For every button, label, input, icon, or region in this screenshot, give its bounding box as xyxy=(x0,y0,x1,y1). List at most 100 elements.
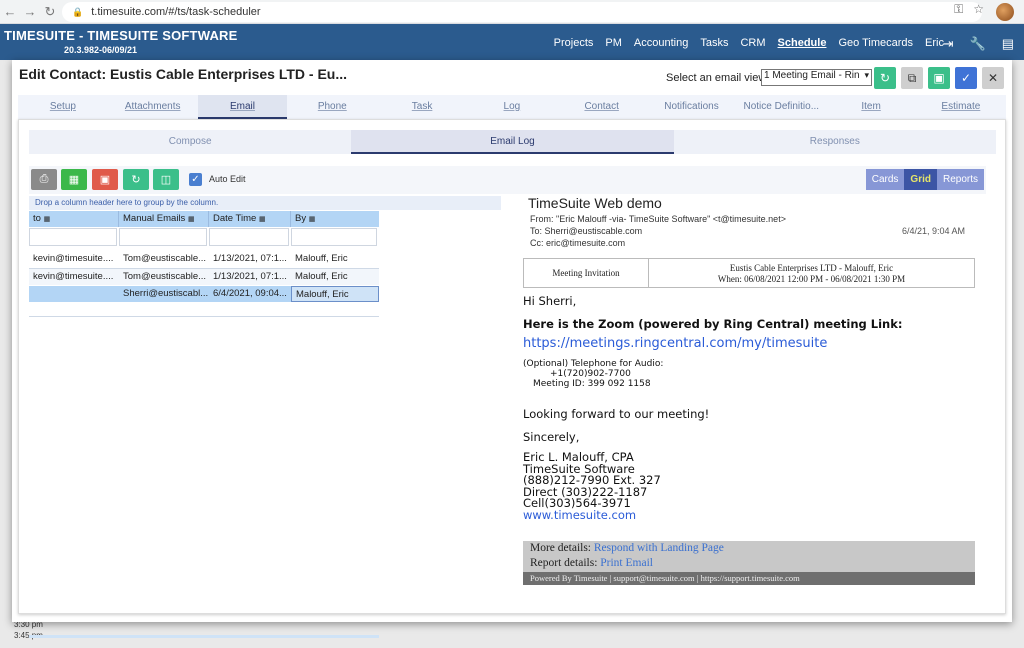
tab-notifications[interactable]: Notifications xyxy=(647,95,737,119)
subtab-responses[interactable]: Responses xyxy=(674,130,996,154)
meeting-invitation-table: Meeting Invitation Eustis Cable Enterpri… xyxy=(523,258,975,288)
email-view-label: Select an email view: xyxy=(666,72,770,84)
refresh-icon: ↻ xyxy=(131,174,141,186)
signature-website-link[interactable]: www.timesuite.com xyxy=(523,509,661,522)
star-icon[interactable]: ☆ xyxy=(973,2,984,17)
tab-contact[interactable]: Contact xyxy=(557,95,647,119)
reports-view-button[interactable]: Reports xyxy=(936,169,984,190)
layout-icon: ◫ xyxy=(160,174,172,186)
column-header-date-time[interactable]: Date Time ▦ xyxy=(209,211,291,227)
copy-button[interactable]: ⧉ xyxy=(901,67,923,89)
tab-notice-definitions[interactable]: Notice Definitio... xyxy=(736,95,826,119)
tab-phone[interactable]: Phone xyxy=(287,95,377,119)
email-subtabs: Compose Email Log Responses xyxy=(29,130,996,154)
filter-input-by[interactable] xyxy=(291,228,377,246)
email-date: 6/4/21, 9:04 AM xyxy=(902,226,966,236)
email-to: To: Sherri@eustiscable.com xyxy=(530,226,643,236)
profile-avatar[interactable] xyxy=(996,3,1014,21)
column-header-to[interactable]: to ▦ xyxy=(29,211,119,227)
nav-user[interactable]: Eric xyxy=(925,37,944,49)
logout-icon[interactable]: ⇥ xyxy=(943,36,954,52)
filter-input-date-time[interactable] xyxy=(209,228,289,246)
back-icon[interactable]: ← xyxy=(0,4,20,19)
cast-icon[interactable]: ▤ xyxy=(1002,36,1014,52)
grid-icon: ▦ xyxy=(68,174,80,186)
table-row[interactable]: kevin@timesuite.... Tom@eustiscable... 1… xyxy=(29,251,379,267)
tab-task[interactable]: Task xyxy=(377,95,467,119)
signature-block: Eric L. Malouff, CPA TimeSuite Software … xyxy=(523,451,661,522)
report-details-line: Report details: Print Email xyxy=(523,556,975,571)
cell-manual-emails: Tom@eustiscable... xyxy=(123,253,207,264)
cards-view-button[interactable]: Cards xyxy=(865,169,905,190)
close-button[interactable]: ✕ xyxy=(982,67,1004,89)
cell-by: Malouff, Eric xyxy=(295,253,348,264)
pdf-button[interactable]: ▣ xyxy=(92,169,118,190)
email-panel: Compose Email Log Responses ⎙ ▦ ▣ ↻ ◫ ✓ … xyxy=(18,119,1006,638)
column-menu-icon[interactable]: ▦ xyxy=(259,216,266,223)
layout-button[interactable]: ◫ xyxy=(153,169,179,190)
filter-input-manual-emails[interactable] xyxy=(119,228,207,246)
table-row-selected[interactable]: Sherri@eustiscabl... 6/4/2021, 09:04... … xyxy=(29,286,379,302)
subtab-email-log[interactable]: Email Log xyxy=(351,130,674,154)
save-button[interactable]: ▣ xyxy=(928,67,950,89)
meeting-id: Meeting ID: 399 092 1158 xyxy=(533,379,651,389)
nav-accounting[interactable]: Accounting xyxy=(634,37,688,49)
nav-tasks[interactable]: Tasks xyxy=(700,37,728,49)
grid-refresh-button[interactable]: ↻ xyxy=(123,169,149,190)
column-menu-icon[interactable]: ▦ xyxy=(44,216,51,223)
grid-view-button[interactable]: Grid xyxy=(904,169,937,190)
more-details-line: More details: Respond with Landing Page xyxy=(523,541,975,556)
email-footer: More details: Respond with Landing Page … xyxy=(523,541,975,585)
meeting-link[interactable]: https://meetings.ringcentral.com/my/time… xyxy=(523,336,827,351)
column-menu-icon[interactable]: ▦ xyxy=(309,216,316,223)
column-menu-icon[interactable]: ▦ xyxy=(188,216,195,223)
more-details-label: More details: xyxy=(530,542,591,554)
forward-icon[interactable]: → xyxy=(20,4,40,19)
auto-edit-checkbox[interactable]: ✓ xyxy=(189,173,202,186)
auto-edit-label: Auto Edit xyxy=(209,174,246,184)
column-header-by[interactable]: By ▦ xyxy=(291,211,379,227)
tab-log[interactable]: Log xyxy=(467,95,557,119)
email-headline: Here is the Zoom (powered by Ring Centra… xyxy=(523,317,903,331)
refresh-button[interactable]: ↻ xyxy=(874,67,896,89)
check-icon: ✓ xyxy=(960,71,972,85)
key-icon[interactable]: ⚿ xyxy=(954,2,963,17)
cell-manual-emails: Sherri@eustiscabl... xyxy=(123,288,209,299)
subtab-compose[interactable]: Compose xyxy=(29,130,351,154)
reload-icon[interactable]: ↻ xyxy=(40,4,60,20)
app-header: TIMESUITE - TIMESUITE SOFTWARE 20.3.982-… xyxy=(0,24,1024,60)
nav-pm[interactable]: PM xyxy=(605,37,622,49)
tab-email[interactable]: Email xyxy=(197,95,288,119)
email-greeting: Hi Sherri, xyxy=(523,294,577,308)
print-button[interactable]: ⎙ xyxy=(31,169,57,190)
landing-page-link[interactable]: Respond with Landing Page xyxy=(594,542,724,554)
nav-crm[interactable]: CRM xyxy=(740,37,765,49)
excel-button[interactable]: ▦ xyxy=(61,169,87,190)
tab-item[interactable]: Item xyxy=(826,95,916,119)
column-header-manual-emails[interactable]: Manual Emails ▦ xyxy=(119,211,209,227)
nav-projects[interactable]: Projects xyxy=(554,37,594,49)
confirm-button[interactable]: ✓ xyxy=(955,67,977,89)
print-email-link[interactable]: Print Email xyxy=(600,557,653,569)
save-icon: ▣ xyxy=(933,71,945,85)
wrench-icon[interactable]: 🔧 xyxy=(970,36,986,52)
invitation-label: Meeting Invitation xyxy=(524,259,649,287)
tab-attachments[interactable]: Attachments xyxy=(108,95,198,119)
nav-geo-timecards[interactable]: Geo Timecards xyxy=(838,37,913,49)
group-by-hint[interactable]: Drop a column header here to group by th… xyxy=(29,196,501,210)
view-switcher: Cards Grid Reports xyxy=(865,169,984,190)
grid-filter-row xyxy=(29,228,379,248)
filter-input-to[interactable] xyxy=(29,228,117,246)
cell-to xyxy=(29,286,119,302)
tab-setup[interactable]: Setup xyxy=(18,95,108,119)
grid-header: to ▦ Manual Emails ▦ Date Time ▦ By ▦ xyxy=(29,211,379,227)
column-label: Manual Emails xyxy=(123,213,186,224)
table-row[interactable]: kevin@timesuite.... Tom@eustiscable... 1… xyxy=(29,269,379,285)
powered-by-text: Powered By Timesuite | support@timesuite… xyxy=(523,572,975,585)
address-bar[interactable]: 🔒 t.timesuite.com/#/ts/task-scheduler xyxy=(62,2,982,22)
edit-contact-modal: Edit Contact: Eustis Cable Enterprises L… xyxy=(12,60,1012,638)
tab-estimate[interactable]: Estimate xyxy=(916,95,1006,119)
email-view-select[interactable]: 1 Meeting Email - Rin ▾ xyxy=(761,69,872,86)
nav-schedule[interactable]: Schedule xyxy=(778,37,827,49)
copy-icon: ⧉ xyxy=(907,70,917,85)
